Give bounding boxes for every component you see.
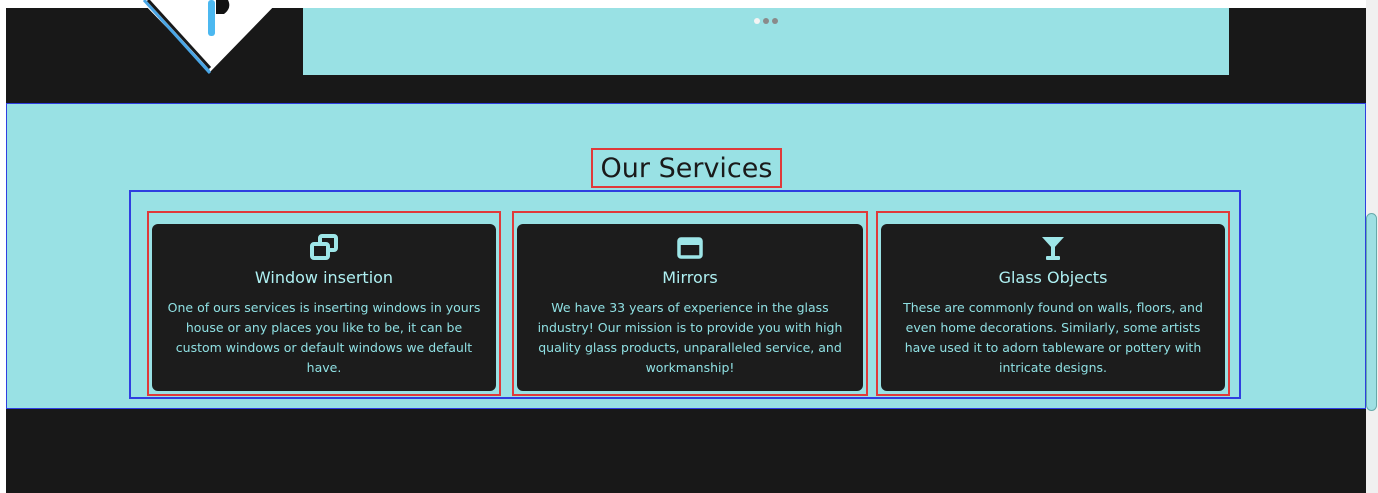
service-card-outline: Window insertion One of ours services is… xyxy=(147,211,501,396)
page-scrollbar-thumb[interactable] xyxy=(1366,213,1377,411)
service-card-description: These are commonly found on walls, floor… xyxy=(903,300,1203,375)
services-title-box: Our Services xyxy=(591,148,782,188)
service-card-title: Glass Objects xyxy=(998,268,1108,287)
services-section: Our Services Window insertion One of our… xyxy=(6,103,1366,409)
carousel-dot[interactable] xyxy=(754,18,760,24)
carousel-indicators xyxy=(754,18,778,24)
cocktail-glass-icon xyxy=(1035,234,1071,262)
service-card-glass-objects[interactable]: Glass Objects These are commonly found o… xyxy=(881,224,1225,391)
service-card-title: Window insertion xyxy=(254,268,394,287)
service-card-outline: Mirrors We have 33 years of experience i… xyxy=(512,211,868,396)
service-card-mirrors[interactable]: Mirrors We have 33 years of experience i… xyxy=(517,224,863,391)
windows-stack-icon xyxy=(306,234,342,262)
services-title: Our Services xyxy=(600,152,773,184)
service-card-description: We have 33 years of experience in the gl… xyxy=(537,300,843,375)
service-card-outline: Glass Objects These are commonly found o… xyxy=(876,211,1230,396)
window-frame-icon xyxy=(672,234,708,262)
carousel-dot[interactable] xyxy=(772,18,778,24)
service-card-description: One of ours services is inserting window… xyxy=(167,300,481,375)
services-cards-container: Window insertion One of ours services is… xyxy=(129,190,1241,399)
site-logo[interactable] xyxy=(120,0,300,78)
hero-carousel[interactable] xyxy=(303,8,1229,75)
service-card-window-insertion[interactable]: Window insertion One of ours services is… xyxy=(152,224,496,391)
service-card-title: Mirrors xyxy=(662,268,718,287)
carousel-dot[interactable] xyxy=(763,18,769,24)
